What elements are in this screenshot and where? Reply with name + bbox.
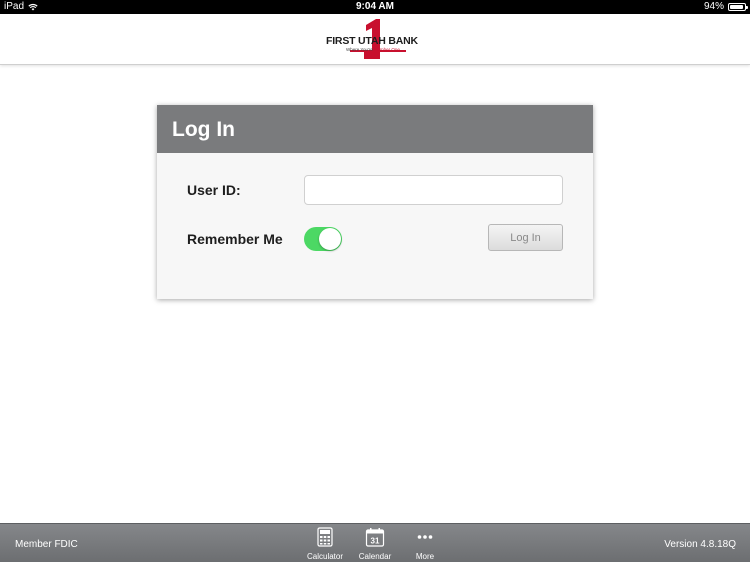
logo-tagline-highlight: Number One <box>374 47 400 52</box>
toggle-knob <box>319 228 341 250</box>
calendar-icon: 31 <box>365 528 385 547</box>
member-fdic-label: Member FDIC <box>15 539 78 550</box>
more-icon <box>417 535 433 539</box>
battery-percent: 94% <box>703 1 724 12</box>
bank-logo: FIRST UTAH BANK Where You're Number One <box>326 19 426 59</box>
tab-calculator-label: Calculator <box>306 552 343 561</box>
calendar-day: 31 <box>371 537 380 546</box>
tab-calendar[interactable]: 31 Calendar <box>350 527 400 561</box>
tab-more[interactable]: More <box>400 527 450 561</box>
remember-me-toggle[interactable] <box>304 227 342 251</box>
bottom-toolbar: Member FDIC Calculator 31 Calendar More … <box>0 523 750 562</box>
login-panel: Log In User ID: Remember Me Log In <box>157 105 593 299</box>
calculator-icon <box>317 527 333 547</box>
clock: 9:04 AM <box>356 1 394 12</box>
app-header: FIRST UTAH BANK Where You're Number One <box>0 14 750 65</box>
logo-tagline: Where You're Number One <box>346 47 400 52</box>
tab-more-label: More <box>415 552 435 561</box>
login-title: Log In <box>157 105 593 153</box>
status-bar: iPad 9:04 AM 94% <box>0 0 750 14</box>
tab-calculator[interactable]: Calculator <box>300 527 350 561</box>
logo-tagline-prefix: Where You're <box>346 47 375 52</box>
tab-calendar-label: Calendar <box>358 552 392 561</box>
user-id-input[interactable] <box>304 175 563 205</box>
battery-fill <box>730 4 744 9</box>
version-label: Version 4.8.18Q <box>664 539 736 550</box>
remember-me-label: Remember Me <box>187 231 283 247</box>
battery-icon <box>728 2 748 11</box>
login-button[interactable]: Log In <box>488 224 563 251</box>
logo-text: FIRST UTAH BANK <box>326 35 418 47</box>
user-id-label: User ID: <box>187 182 241 198</box>
